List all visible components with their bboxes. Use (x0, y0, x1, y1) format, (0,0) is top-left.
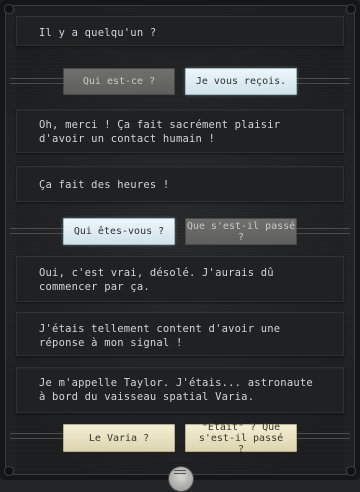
message-bubble: Ça fait des heures ! (16, 166, 344, 202)
knob-grip-icon (174, 470, 186, 476)
choice-button-i-receive-you[interactable]: Je vous reçois. (185, 68, 297, 95)
choice-button-was-what-happened[interactable]: "Était" ? Que s'est-il passé ? (185, 421, 297, 455)
corner-rivet-icon (4, 466, 14, 476)
choice-label: Que s'est-il passé ? (186, 220, 296, 243)
choice-button-the-varia[interactable]: Le Varia ? (63, 424, 175, 452)
choice-button-who-is-it[interactable]: Qui est-ce ? (63, 68, 175, 95)
message-bubble: J'étais tellement content d'avoir une ré… (16, 312, 344, 356)
corner-rivet-icon (4, 4, 14, 14)
choice-divider (0, 77, 360, 85)
message-text: Il y a quelqu'un ? (39, 27, 157, 39)
corner-rivet-icon (346, 4, 356, 14)
message-text: J'étais tellement content d'avoir une ré… (39, 323, 281, 349)
choice-label: Qui êtes-vous ? (73, 226, 165, 237)
message-text: Oh, merci ! Ça fait sacrément plaisir d'… (39, 119, 281, 145)
message-text: Ça fait des heures ! (39, 179, 170, 191)
choice-label: "Était" ? Que s'est-il passé ? (198, 421, 284, 455)
choice-label: Je vous reçois. (195, 76, 287, 87)
choice-label: Qui est-ce ? (82, 76, 156, 87)
choice-label: Le Varia ? (88, 432, 150, 444)
message-bubble: Oh, merci ! Ça fait sacrément plaisir d'… (16, 109, 344, 153)
choice-divider (0, 227, 360, 235)
message-bubble: Oui, c'est vrai, désolé. J'aurais dû com… (16, 256, 344, 302)
message-bubble: Il y a quelqu'un ? (16, 16, 344, 46)
message-bubble: Je m'appelle Taylor. J'étais... astronau… (16, 367, 344, 413)
message-text: Je m'appelle Taylor. J'étais... astronau… (39, 377, 313, 403)
message-text: Oui, c'est vrai, désolé. J'aurais dû com… (39, 267, 274, 293)
corner-rivet-icon (346, 466, 356, 476)
choice-button-what-happened[interactable]: Que s'est-il passé ? (185, 218, 297, 245)
choice-divider (0, 432, 360, 440)
choice-button-who-are-you[interactable]: Qui êtes-vous ? (63, 218, 175, 245)
